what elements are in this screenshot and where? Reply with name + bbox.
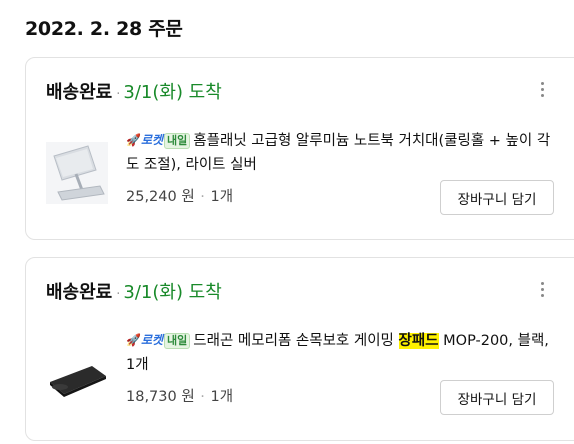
search-highlight: 장패드 [398, 333, 439, 349]
rocket-icon: 🚀 [126, 333, 141, 347]
delivery-date: 3/1(화) 도착 [123, 282, 222, 303]
add-to-cart-button[interactable]: 장바구니 담기 [440, 180, 554, 215]
add-to-cart-button[interactable]: 장바구니 담기 [440, 380, 554, 415]
rocket-icon: 🚀 [126, 133, 141, 147]
product-quantity: 1개 [210, 389, 234, 405]
more-options-icon[interactable] [538, 282, 546, 302]
tomorrow-badge: 내일 [164, 333, 191, 349]
product-title-text: 드래곤 메모리폼 손목보호 게이밍 [193, 333, 399, 349]
delivery-status-row: 배송완료 · 3/1(화) 도착 [46, 78, 222, 104]
product-title[interactable]: 🚀로켓 내일 홈플래닛 고급형 알루미늄 노트북 거치대(쿨링홀 + 높이 각도 조… [126, 128, 558, 177]
delivery-status-label: 배송완료 [46, 282, 113, 303]
product-quantity: 1개 [210, 189, 234, 205]
laptop-stand-image[interactable] [46, 142, 108, 204]
order-date-header: 2022. 2. 28 주문 [25, 18, 183, 40]
more-options-icon[interactable] [538, 82, 546, 102]
product-price: 18,730 원 [126, 389, 195, 405]
product-price: 25,240 원 [126, 189, 195, 205]
product-title[interactable]: 🚀로켓 내일 드래곤 메모리폼 손목보호 게이밍 장패드 MOP-200, 블랙, … [126, 328, 558, 377]
order-card: 배송완료 · 3/1(화) 도착 🚀로켓 내일 드래곤 메모리폼 손목보호 게이밍 … [25, 257, 574, 441]
rocket-badge-label: 로켓 [140, 333, 164, 347]
delivery-status-row: 배송완료 · 3/1(화) 도착 [46, 278, 222, 304]
tomorrow-badge: 내일 [164, 133, 191, 149]
rocket-badge-label: 로켓 [140, 133, 164, 147]
separator-dot: · [116, 87, 121, 102]
mouse-pad-image[interactable] [46, 342, 108, 404]
separator-dot: · [195, 389, 210, 405]
delivery-status-label: 배송완료 [46, 82, 113, 103]
delivery-date: 3/1(화) 도착 [123, 82, 222, 103]
order-card: 배송완료 · 3/1(화) 도착 🚀로켓 내일 홈플래닛 고급형 알루미늄 노트북 … [25, 57, 574, 240]
separator-dot: · [116, 287, 121, 302]
separator-dot: · [195, 189, 210, 205]
